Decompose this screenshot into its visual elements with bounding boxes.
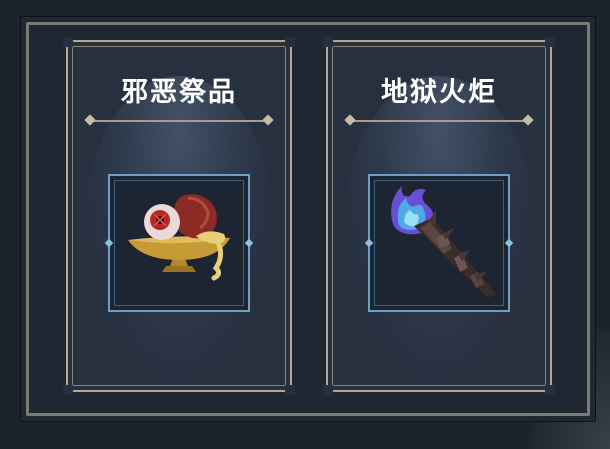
card-corner xyxy=(545,385,555,395)
card-corner xyxy=(63,37,73,47)
card-title: 地狱火炬 xyxy=(381,77,497,108)
item-card-evil-offering[interactable]: 邪恶祭品 xyxy=(63,37,295,395)
item-card-hellfire-torch[interactable]: 地狱火炬 xyxy=(323,37,555,395)
card-corner xyxy=(285,385,295,395)
card-corner xyxy=(323,37,333,47)
card-title: 邪恶祭品 xyxy=(121,77,237,108)
card-corner xyxy=(323,385,333,395)
title-divider xyxy=(348,120,530,122)
hellfire-torch-icon xyxy=(391,186,496,298)
item-icon-frame xyxy=(364,174,514,312)
item-icon-frame xyxy=(104,174,254,312)
offering-bowl-eyeball-icon xyxy=(128,194,230,281)
card-corner xyxy=(63,385,73,395)
card-corner xyxy=(545,37,555,47)
card-corner xyxy=(285,37,295,47)
title-divider xyxy=(88,120,270,122)
